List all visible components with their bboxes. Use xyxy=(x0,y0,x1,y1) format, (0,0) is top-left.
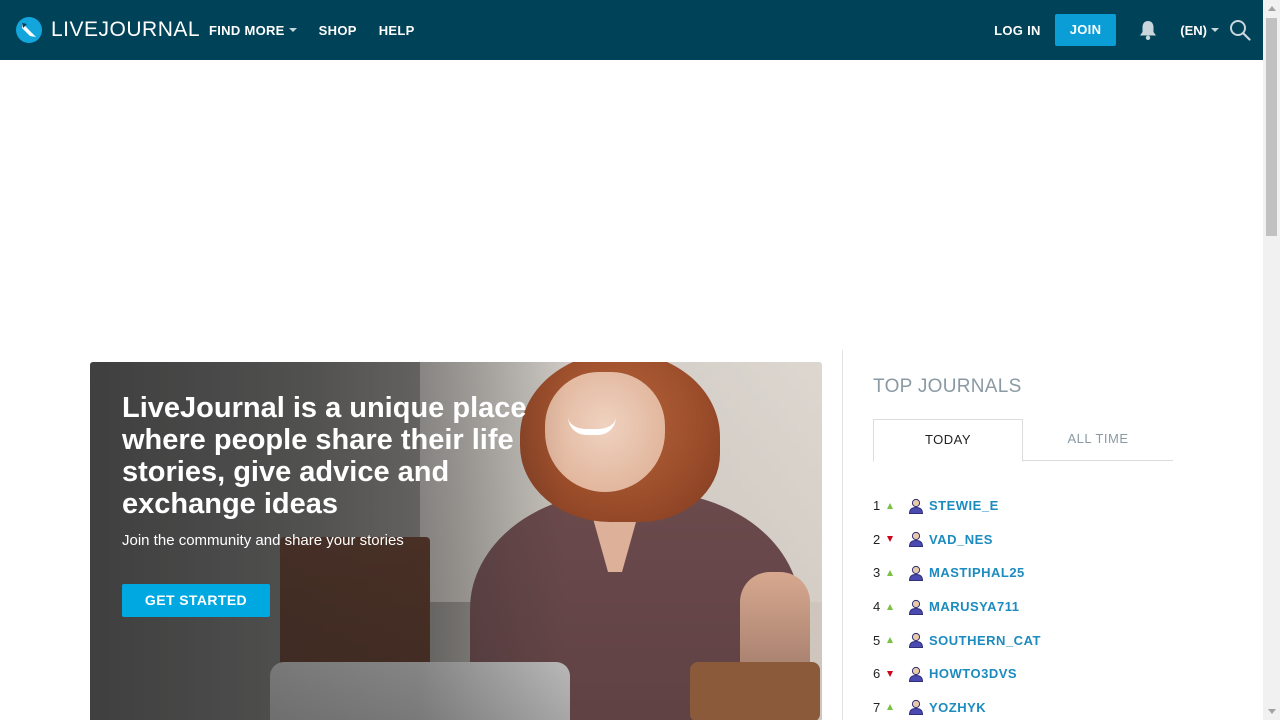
nav-find-more[interactable]: FIND MORE xyxy=(209,23,297,38)
trend-up-icon xyxy=(887,603,893,610)
list-item: 1 STEWIE_E xyxy=(873,489,1173,523)
chevron-down-icon xyxy=(288,28,297,32)
list-item: 3 MASTIPHAL25 xyxy=(873,556,1173,590)
user-icon[interactable] xyxy=(908,531,924,548)
livejournal-logo[interactable]: LIVEJOURNAL xyxy=(15,15,200,45)
user-icon[interactable] xyxy=(908,498,924,514)
journal-rank: 4 xyxy=(873,599,881,615)
trend-up-icon xyxy=(887,502,893,509)
page-scrollbar[interactable] xyxy=(1263,0,1280,720)
journal-rank: 2 xyxy=(873,531,881,547)
user-icon[interactable] xyxy=(908,565,924,581)
journal-rank: 1 xyxy=(873,498,881,514)
nav-find-more-label: FIND MORE xyxy=(209,22,285,38)
list-item: 4 MARUSYA711 xyxy=(873,590,1173,624)
list-item: 6 HOWTO3DVS xyxy=(873,657,1173,691)
trend-indicator xyxy=(887,536,907,543)
hero-title: LiveJournal is a unique place where peop… xyxy=(122,392,527,520)
logo-text: LIVEJOURNAL xyxy=(51,18,201,41)
trend-up-icon xyxy=(887,704,893,711)
user-icon[interactable] xyxy=(908,699,924,716)
nav-help-label: HELP xyxy=(378,22,415,38)
journal-rank: 3 xyxy=(873,565,881,581)
nav-shop[interactable]: SHOP xyxy=(319,23,357,38)
top-journals-list: 1 STEWIE_E 2 VAD_NES 3 MASTIPHAL25 4 MARUSYA711… xyxy=(873,489,1173,724)
login-link[interactable]: LOG IN xyxy=(994,23,1041,38)
trend-indicator xyxy=(887,569,907,576)
language-label: (EN) xyxy=(1180,22,1207,38)
get-started-button[interactable]: GET STARTED xyxy=(122,584,270,617)
scrollbar-thumb[interactable] xyxy=(1266,18,1277,236)
tab-today[interactable]: TODAY xyxy=(873,419,1023,462)
trend-up-icon xyxy=(887,637,893,644)
trend-indicator xyxy=(887,670,907,677)
scroll-down-arrow-icon[interactable] xyxy=(1268,709,1276,714)
trend-indicator xyxy=(887,637,907,644)
list-item: 5 SOUTHERN_CAT xyxy=(873,623,1173,657)
sidebar-divider xyxy=(842,350,843,720)
top-journals-tabs: TODAY ALL TIME xyxy=(873,419,1173,462)
main-nav: FIND MORE SHOP HELP xyxy=(209,0,437,60)
top-journals-title: TOP JOURNALS xyxy=(873,376,1022,397)
journal-rank: 6 xyxy=(873,666,881,682)
list-item: 7 YOZHYK xyxy=(873,691,1173,724)
join-button[interactable]: JOIN xyxy=(1054,14,1117,46)
user-icon[interactable] xyxy=(908,666,924,682)
journal-name-link[interactable]: SOUTHERN_CAT xyxy=(929,633,1041,648)
list-item: 2 VAD_NES xyxy=(873,523,1173,557)
chevron-down-icon xyxy=(1211,28,1219,32)
bell-icon[interactable] xyxy=(1138,19,1158,41)
trend-down-icon xyxy=(887,536,893,543)
journal-name-link[interactable]: YOZHYK xyxy=(929,700,986,715)
user-icon[interactable] xyxy=(908,632,924,649)
top-header: LIVEJOURNAL FIND MORE SHOP HELP LOG IN J… xyxy=(0,0,1263,60)
trend-indicator xyxy=(887,704,907,711)
nav-shop-label: SHOP xyxy=(318,22,357,38)
tab-all-time[interactable]: ALL TIME xyxy=(1023,419,1173,461)
logo-icon xyxy=(16,17,42,43)
user-icon[interactable] xyxy=(908,599,924,615)
hero-banner: LiveJournal is a unique place where peop… xyxy=(90,362,822,720)
journal-name-link[interactable]: HOWTO3DVS xyxy=(929,666,1017,681)
journal-name-link[interactable]: MARUSYA711 xyxy=(929,599,1020,614)
search-icon[interactable] xyxy=(1229,19,1251,41)
language-selector[interactable]: (EN) xyxy=(1180,23,1219,38)
trend-indicator xyxy=(887,502,907,509)
trend-down-icon xyxy=(887,670,893,677)
hero-subtitle: Join the community and share your storie… xyxy=(122,532,404,549)
journal-rank: 7 xyxy=(873,699,881,715)
trend-indicator xyxy=(887,603,907,610)
journal-name-link[interactable]: VAD_NES xyxy=(929,532,993,547)
nav-help[interactable]: HELP xyxy=(379,23,415,38)
journal-rank: 5 xyxy=(873,632,881,648)
trend-up-icon xyxy=(887,569,893,576)
journal-name-link[interactable]: STEWIE_E xyxy=(929,498,999,513)
journal-name-link[interactable]: MASTIPHAL25 xyxy=(929,565,1025,580)
scroll-up-arrow-icon[interactable] xyxy=(1268,6,1276,11)
header-actions: LOG IN JOIN (EN) xyxy=(994,0,1263,60)
